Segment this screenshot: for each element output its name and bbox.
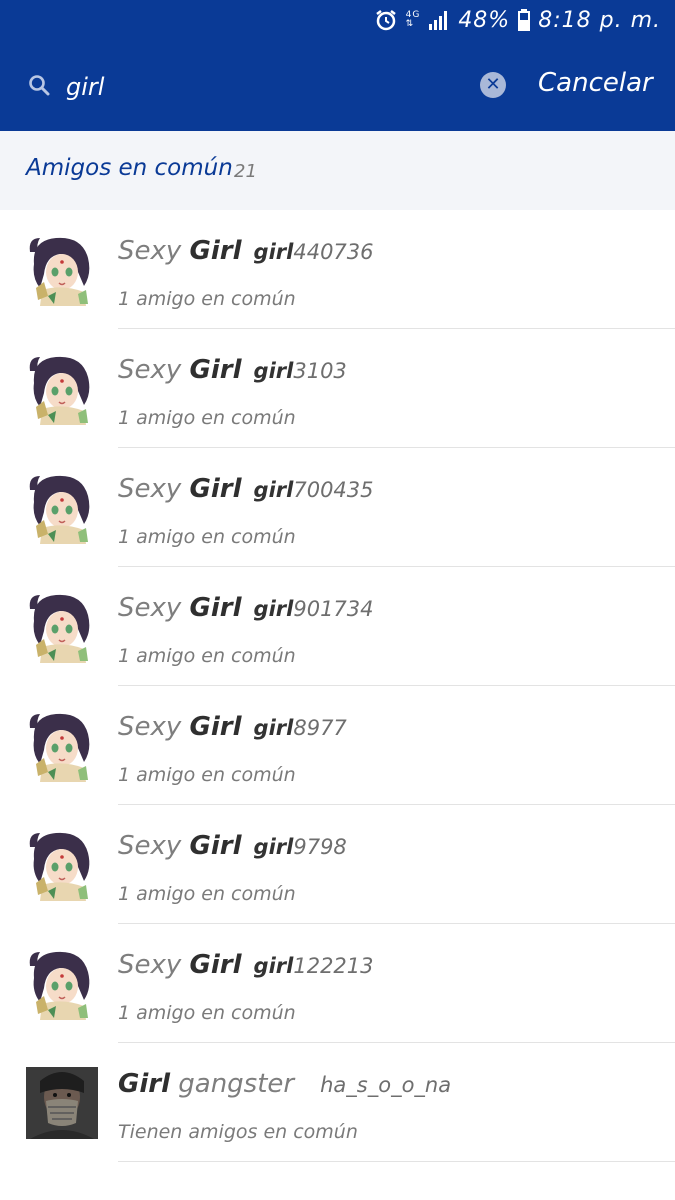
avatar — [26, 353, 96, 425]
section-header: Amigos en común 21 — [0, 131, 675, 210]
battery-percent: 48% — [458, 7, 511, 33]
result-name: Girl gangster ha_s_o_o_na — [118, 1069, 451, 1099]
name-prefix: Sexy — [118, 236, 190, 266]
alarm-icon — [374, 8, 398, 32]
name-match: Girl — [189, 355, 242, 385]
name-match: Girl — [189, 831, 242, 861]
name-match: Girl — [189, 950, 242, 980]
result-name: Sexy Girl girl3103 — [118, 355, 347, 385]
handle-match: girl — [253, 597, 294, 621]
avatar — [26, 472, 96, 544]
handle-match: girl — [253, 954, 294, 978]
handle-rest: ha_s_o_o_na — [320, 1073, 452, 1097]
handle-match: girl — [253, 478, 294, 502]
handle-match: girl — [253, 716, 294, 740]
result-subtitle: 1 amigo en común — [118, 764, 296, 786]
name-prefix: Sexy — [118, 950, 190, 980]
network-type-icon: 4G ⇅ — [405, 10, 421, 29]
handle-match: girl — [253, 240, 294, 264]
handle-rest: 3103 — [293, 359, 347, 383]
name-prefix: Sexy — [118, 831, 190, 861]
name-prefix: Sexy — [118, 474, 190, 504]
clear-search-icon[interactable]: ✕ — [480, 72, 506, 98]
search-bar: ✕ Cancelar — [0, 40, 675, 131]
result-subtitle: 1 amigo en común — [118, 645, 296, 667]
result-subtitle: 1 amigo en común — [118, 883, 296, 905]
avatar — [26, 710, 96, 782]
name-match: Girl — [118, 1069, 170, 1099]
result-name: Sexy Girl girl9798 — [118, 831, 347, 861]
result-name: Sexy Girl girl122213 — [118, 950, 374, 980]
result-subtitle: 1 amigo en común — [118, 288, 296, 310]
avatar — [26, 829, 96, 901]
result-row[interactable]: Sexy Girl girl8977 1 amigo en común — [0, 686, 675, 805]
result-name: Sexy Girl girl901734 — [118, 593, 374, 623]
result-name: Sexy Girl girl700435 — [118, 474, 374, 504]
row-divider — [118, 1161, 675, 1162]
avatar — [26, 234, 96, 306]
results-list: Sexy Girl girl440736 1 amigo en común Sexy… — [0, 210, 675, 1162]
status-icons: 4G ⇅ 48% 8:18 p. m. — [374, 6, 661, 34]
result-name: Sexy Girl girl440736 — [118, 236, 374, 266]
section-title: Amigos en común — [26, 155, 233, 181]
result-subtitle: 1 amigo en común — [118, 526, 296, 548]
result-row[interactable]: Sexy Girl girl901734 1 amigo en común — [0, 567, 675, 686]
cancel-button[interactable]: Cancelar — [538, 68, 653, 98]
handle-rest: 700435 — [293, 478, 374, 502]
result-subtitle: Tienen amigos en común — [118, 1121, 358, 1143]
handle-rest: 122213 — [293, 954, 374, 978]
clock: 8:18 p. m. — [538, 7, 661, 33]
section-count: 21 — [234, 161, 257, 182]
handle-rest: 8977 — [293, 716, 347, 740]
handle-rest: 440736 — [293, 240, 374, 264]
name-match: Girl — [189, 236, 242, 266]
search-icon — [28, 74, 50, 100]
name-match: Girl — [189, 593, 242, 623]
result-row[interactable]: Sexy Girl girl3103 1 amigo en común — [0, 329, 675, 448]
avatar — [26, 591, 96, 663]
name-prefix: Sexy — [118, 593, 190, 623]
handle-rest: 9798 — [293, 835, 347, 859]
search-input[interactable] — [64, 66, 458, 108]
name-match: Girl — [189, 712, 242, 742]
result-name: Sexy Girl girl8977 — [118, 712, 347, 742]
handle-match: girl — [253, 359, 294, 383]
result-row[interactable]: Sexy Girl girl440736 1 amigo en común — [0, 210, 675, 329]
name-prefix: Sexy — [118, 712, 190, 742]
battery-icon — [518, 9, 531, 31]
result-row[interactable]: Sexy Girl girl122213 1 amigo en común — [0, 924, 675, 1043]
name-match: Girl — [189, 474, 242, 504]
handle-match: girl — [253, 835, 294, 859]
result-row[interactable]: Sexy Girl girl700435 1 amigo en común — [0, 448, 675, 567]
name-prefix: Sexy — [118, 355, 190, 385]
handle-rest: 901734 — [293, 597, 374, 621]
signal-icon — [428, 10, 450, 30]
result-row[interactable]: Sexy Girl girl9798 1 amigo en común — [0, 805, 675, 924]
avatar — [26, 1067, 98, 1139]
result-subtitle: 1 amigo en común — [118, 407, 296, 429]
result-subtitle: 1 amigo en común — [118, 1002, 296, 1024]
avatar — [26, 948, 96, 1020]
result-row[interactable]: Girl gangster ha_s_o_o_na Tienen amigos en… — [0, 1043, 675, 1162]
status-bar: 4G ⇅ 48% 8:18 p. m. — [0, 0, 675, 40]
name-suffix: gangster — [170, 1069, 295, 1099]
